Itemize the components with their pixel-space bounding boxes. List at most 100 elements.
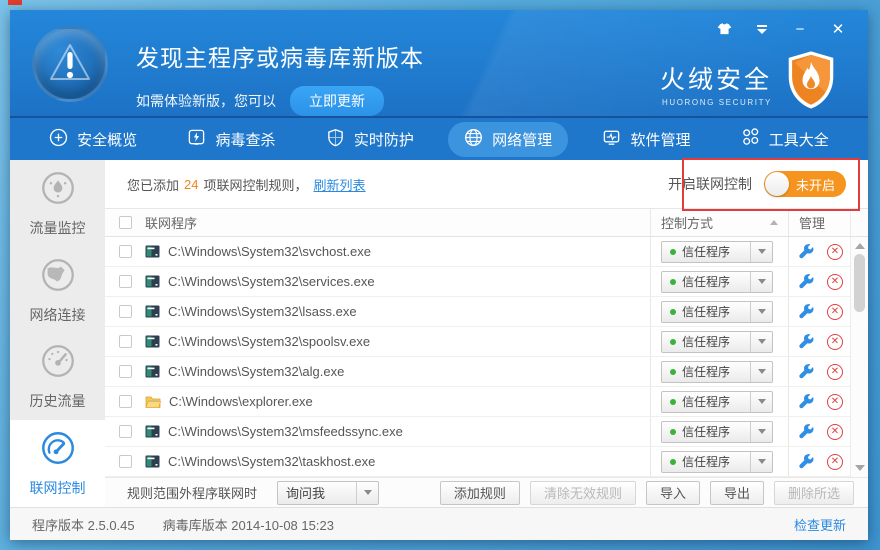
- dropdown-arrow-icon[interactable]: [750, 242, 772, 262]
- dropdown-arrow-icon[interactable]: [750, 362, 772, 382]
- sort-ascending-icon: [770, 220, 778, 225]
- network-control-toggle[interactable]: 未开启: [764, 171, 846, 197]
- table-row[interactable]: C:\Windows\explorer.exe 信任程序 ✕: [105, 387, 868, 417]
- row-checkbox[interactable]: [119, 425, 132, 438]
- delete-rule-icon[interactable]: ✕: [827, 454, 843, 470]
- edit-rule-wrench-icon[interactable]: [799, 244, 814, 259]
- delete-rule-icon[interactable]: ✕: [827, 304, 843, 320]
- import-button[interactable]: 导入: [646, 481, 700, 505]
- control-method-dropdown[interactable]: 信任程序: [661, 391, 773, 413]
- control-method-dropdown[interactable]: 信任程序: [661, 421, 773, 443]
- delete-rule-icon[interactable]: ✕: [827, 424, 843, 440]
- table-row[interactable]: C:\Windows\System32\alg.exe 信任程序 ✕: [105, 357, 868, 387]
- app-icon: [145, 275, 160, 288]
- table-scrollbar[interactable]: [850, 237, 868, 477]
- row-checkbox[interactable]: [119, 245, 132, 258]
- control-method-dropdown[interactable]: 信任程序: [661, 301, 773, 323]
- control-method-dropdown[interactable]: 信任程序: [661, 271, 773, 293]
- scroll-up-icon[interactable]: [855, 243, 865, 249]
- rules-info-row: 您已添加 24 项联网控制规则， 刷新列表 开启联网控制 未开启: [105, 160, 868, 208]
- control-method-dropdown[interactable]: 信任程序: [661, 451, 773, 473]
- ask-me-dropdown[interactable]: 询问我: [277, 481, 379, 505]
- brand-logo-text: 火绒安全 HUORONG SECURITY: [660, 60, 772, 107]
- control-method-dropdown[interactable]: 信任程序: [661, 361, 773, 383]
- table-row[interactable]: C:\Windows\System32\services.exe 信任程序 ✕: [105, 267, 868, 297]
- dropdown-arrow-icon[interactable]: [750, 452, 772, 472]
- rules-info-suffix: 项联网控制规则，: [203, 175, 307, 194]
- tab-virus-scan[interactable]: 病毒查杀: [171, 122, 291, 157]
- edit-rule-wrench-icon[interactable]: [799, 424, 814, 439]
- close-icon[interactable]: ✕: [826, 19, 850, 39]
- sidebar-item-network-control[interactable]: 联网控制: [10, 420, 105, 507]
- tab-realtime-protection[interactable]: 实时防护: [310, 122, 430, 157]
- table-row[interactable]: C:\Windows\System32\svchost.exe 信任程序 ✕: [105, 237, 868, 267]
- table-row[interactable]: C:\Windows\System32\msfeedssync.exe 信任程序…: [105, 417, 868, 447]
- dropdown-arrow-icon[interactable]: [750, 392, 772, 412]
- rules-toolbar: 规则范围外程序联网时 询问我 添加规则 清除无效规则 导入 导出 删除所选: [105, 477, 868, 507]
- app-icon: [145, 425, 160, 438]
- sidebar-item-traffic-history[interactable]: 历史流量: [10, 334, 105, 421]
- trust-status-dot: [670, 459, 676, 465]
- export-button[interactable]: 导出: [710, 481, 764, 505]
- huorong-security-window: 发现主程序或病毒库新版本 如需体验新版，您可以 立即更新 火绒安全 HUORON…: [10, 10, 868, 540]
- clear-invalid-rules-button[interactable]: 清除无效规则: [530, 481, 636, 505]
- scroll-down-icon[interactable]: [855, 465, 865, 471]
- row-checkbox[interactable]: [119, 365, 132, 378]
- tab-security-overview[interactable]: 安全概览: [33, 122, 153, 157]
- control-method-dropdown[interactable]: 信任程序: [661, 241, 773, 263]
- control-method-dropdown[interactable]: 信任程序: [661, 331, 773, 353]
- trust-status-dot: [670, 249, 676, 255]
- header-scroll-gutter: [850, 209, 868, 236]
- row-checkbox[interactable]: [119, 305, 132, 318]
- table-row[interactable]: C:\Windows\System32\spoolsv.exe 信任程序 ✕: [105, 327, 868, 357]
- program-path: C:\Windows\System32\lsass.exe: [168, 304, 357, 319]
- dropdown-arrow-icon[interactable]: [356, 482, 378, 504]
- delete-rule-icon[interactable]: ✕: [827, 364, 843, 380]
- banner-title: 发现主程序或病毒库新版本: [136, 39, 424, 73]
- header-control-method[interactable]: 控制方式: [650, 209, 788, 236]
- table-header: 联网程序 控制方式 管理: [105, 208, 868, 237]
- sidebar-item-network-connections[interactable]: 网络连接: [10, 247, 105, 334]
- delete-rule-icon[interactable]: ✕: [827, 274, 843, 290]
- update-banner: 发现主程序或病毒库新版本 如需体验新版，您可以 立即更新 火绒安全 HUORON…: [10, 10, 868, 118]
- edit-rule-wrench-icon[interactable]: [799, 394, 814, 409]
- delete-rule-icon[interactable]: ✕: [827, 394, 843, 410]
- tab-toolbox[interactable]: 工具大全: [725, 122, 845, 157]
- edit-rule-wrench-icon[interactable]: [799, 274, 814, 289]
- sidebar-item-traffic-monitor[interactable]: 流量监控: [10, 160, 105, 247]
- check-update-link[interactable]: 检查更新: [794, 515, 846, 534]
- row-checkbox[interactable]: [119, 395, 132, 408]
- minimize-icon[interactable]: −: [788, 19, 812, 39]
- main-menu-icon[interactable]: [750, 19, 774, 39]
- program-path: C:\Windows\System32\spoolsv.exe: [168, 334, 370, 349]
- table-row[interactable]: C:\Windows\System32\taskhost.exe 信任程序 ✕: [105, 447, 868, 477]
- edit-rule-wrench-icon[interactable]: [799, 334, 814, 349]
- skin-theme-icon[interactable]: [712, 19, 736, 39]
- dropdown-arrow-icon[interactable]: [750, 422, 772, 442]
- row-checkbox[interactable]: [119, 275, 132, 288]
- edit-rule-wrench-icon[interactable]: [799, 304, 814, 319]
- table-row[interactable]: C:\Windows\System32\lsass.exe 信任程序 ✕: [105, 297, 868, 327]
- delete-rule-icon[interactable]: ✕: [827, 244, 843, 260]
- toggle-knob[interactable]: [765, 172, 789, 196]
- row-checkbox[interactable]: [119, 455, 132, 468]
- brand-name-en: HUORONG SECURITY: [660, 98, 772, 107]
- header-program: 联网程序: [145, 213, 650, 232]
- dropdown-arrow-icon[interactable]: [750, 332, 772, 352]
- add-rule-button[interactable]: 添加规则: [440, 481, 520, 505]
- edit-rule-wrench-icon[interactable]: [799, 364, 814, 379]
- update-now-button[interactable]: 立即更新: [290, 86, 384, 116]
- dropdown-arrow-icon[interactable]: [750, 302, 772, 322]
- tab-software-management[interactable]: 软件管理: [586, 122, 706, 157]
- row-checkbox[interactable]: [119, 335, 132, 348]
- tab-network-management[interactable]: 网络管理: [448, 122, 568, 157]
- edit-rule-wrench-icon[interactable]: [799, 454, 814, 469]
- delete-rule-icon[interactable]: ✕: [827, 334, 843, 350]
- refresh-list-link[interactable]: 刷新列表: [314, 175, 366, 194]
- desktop-background: 发现主程序或病毒库新版本 如需体验新版，您可以 立即更新 火绒安全 HUORON…: [0, 0, 880, 550]
- delete-selected-button[interactable]: 删除所选: [774, 481, 854, 505]
- scrollbar-thumb[interactable]: [854, 254, 865, 312]
- app-icon: [145, 335, 160, 348]
- dropdown-arrow-icon[interactable]: [750, 272, 772, 292]
- select-all-checkbox[interactable]: [119, 216, 132, 229]
